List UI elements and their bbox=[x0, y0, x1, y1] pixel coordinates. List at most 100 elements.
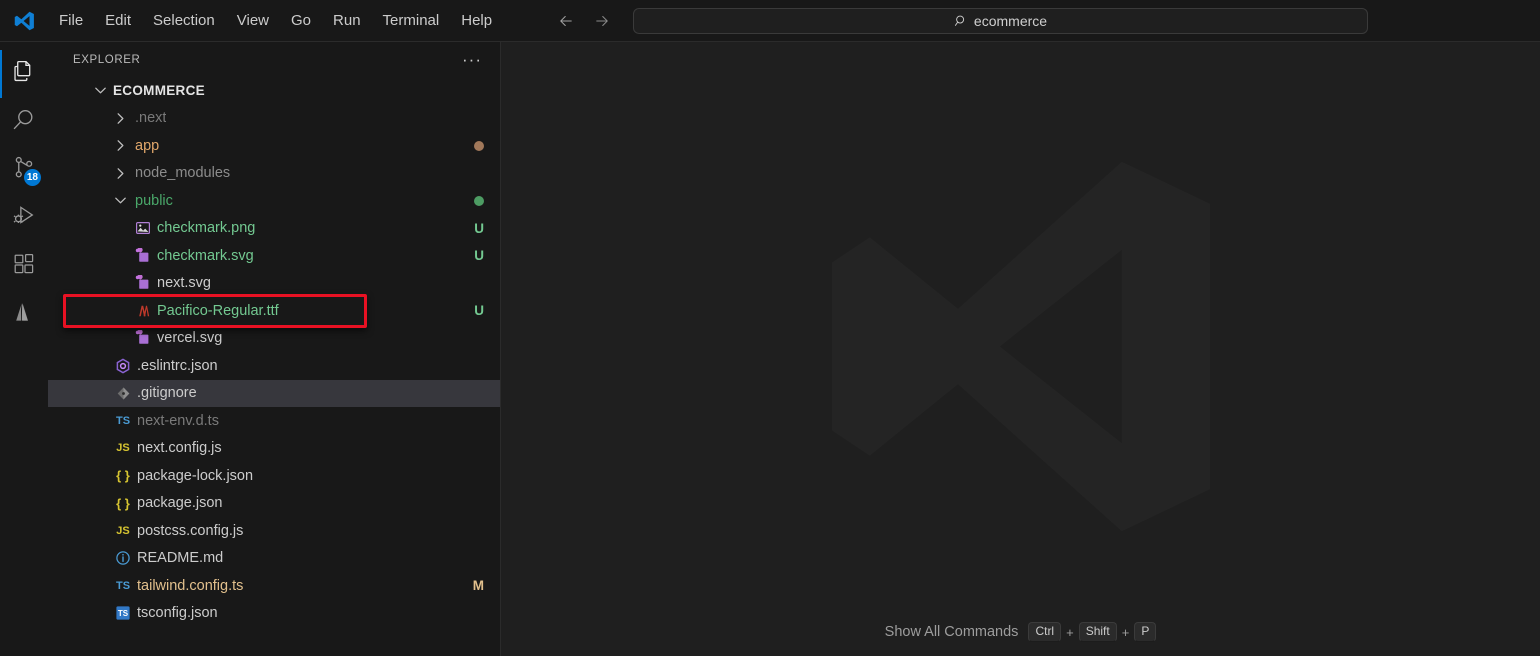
tree-item-label: app bbox=[135, 137, 160, 154]
tree-item-label: Pacifico-Regular.ttf bbox=[157, 302, 279, 319]
chevron-right-icon[interactable] bbox=[112, 166, 129, 181]
tree-file-row[interactable]: next.svg bbox=[48, 270, 500, 298]
chevron-down-icon[interactable] bbox=[112, 193, 129, 208]
shortcut-show-all-commands: Show All Commands Ctrl + Shift + P bbox=[885, 622, 1157, 642]
svg-file-icon bbox=[132, 330, 154, 346]
tree-file-row[interactable]: vercel.svg bbox=[48, 325, 500, 353]
tree-item-label: package.json bbox=[137, 495, 223, 512]
tree-item-label: checkmark.png bbox=[157, 220, 256, 237]
chevron-down-icon bbox=[92, 83, 109, 98]
svg-text:TS: TS bbox=[118, 609, 129, 618]
search-icon bbox=[11, 107, 37, 138]
tree-file-row[interactable]: .eslintrc.json bbox=[48, 352, 500, 380]
menu-edit[interactable]: Edit bbox=[94, 7, 142, 35]
tree-item-label: README.md bbox=[137, 550, 224, 567]
tree-folder-row[interactable]: app bbox=[48, 132, 500, 160]
key-ctrl: Ctrl bbox=[1028, 622, 1062, 642]
files-icon bbox=[12, 59, 37, 89]
git-file-icon bbox=[112, 386, 134, 401]
tree-item-label: .eslintrc.json bbox=[137, 357, 218, 374]
command-center-value: ecommerce bbox=[973, 13, 1048, 29]
tree-item-label: node_modules bbox=[135, 165, 231, 182]
tree-item-label: next-env.d.ts bbox=[137, 412, 219, 429]
menu-selection[interactable]: Selection bbox=[142, 7, 226, 35]
tree-item-label: next.config.js bbox=[137, 440, 222, 457]
tree-file-row[interactable]: README.md bbox=[48, 545, 500, 573]
tsconfig-file-icon: TS bbox=[112, 605, 134, 621]
tree-file-row[interactable]: checkmark.png U bbox=[48, 215, 500, 243]
menu-terminal[interactable]: Terminal bbox=[372, 7, 451, 35]
tree-file-row[interactable]: TS tailwind.config.ts M bbox=[48, 572, 500, 600]
activity-item-extensions[interactable] bbox=[0, 242, 48, 290]
activity-item-search[interactable] bbox=[0, 98, 48, 146]
tree-file-row[interactable]: TS tsconfig.json bbox=[48, 600, 500, 628]
command-center[interactable]: ecommerce bbox=[633, 8, 1368, 34]
tree-root-label: ECOMMERCE bbox=[113, 83, 205, 99]
tree-folder-row[interactable]: node_modules bbox=[48, 160, 500, 188]
file-tree[interactable]: ECOMMERCE .next app node_modules public check… bbox=[48, 77, 500, 656]
menu-view[interactable]: View bbox=[226, 7, 280, 35]
tree-folder-row[interactable]: public bbox=[48, 187, 500, 215]
git-status-badge: M bbox=[472, 578, 484, 594]
chevron-right-icon[interactable] bbox=[112, 111, 129, 126]
image-file-icon bbox=[132, 220, 154, 236]
svg-file-icon bbox=[132, 247, 154, 264]
menu-run[interactable]: Run bbox=[322, 7, 372, 35]
activity-item-run-and-debug[interactable] bbox=[0, 194, 48, 242]
key-separator-2: + bbox=[1121, 624, 1130, 640]
activity-bar: 18 bbox=[0, 42, 48, 656]
markdown-file-icon bbox=[112, 550, 134, 566]
editor-area: Show All Commands Ctrl + Shift + P bbox=[501, 42, 1540, 656]
key-p: P bbox=[1134, 622, 1157, 642]
js-file-icon: JS bbox=[116, 442, 130, 455]
source-control-badge: 18 bbox=[23, 169, 41, 186]
tree-item-label: tsconfig.json bbox=[137, 605, 218, 622]
editor-watermark-shortcuts: Show All Commands Ctrl + Shift + P bbox=[501, 622, 1540, 642]
git-status-badge: U bbox=[474, 303, 484, 319]
tree-file-row[interactable]: JS postcss.config.js bbox=[48, 517, 500, 545]
tree-file-row[interactable]: { } package.json bbox=[48, 490, 500, 518]
activity-item-source-control[interactable]: 18 bbox=[0, 146, 48, 194]
tree-file-row[interactable]: TS next-env.d.ts bbox=[48, 407, 500, 435]
json-file-icon: { } bbox=[116, 468, 130, 484]
menu-help[interactable]: Help bbox=[450, 7, 503, 35]
azure-icon bbox=[12, 300, 36, 329]
explorer-sidebar: EXPLORER ··· ECOMMERCE .next app node_modul… bbox=[48, 42, 501, 656]
folder-change-dot bbox=[474, 140, 484, 151]
ts-file-icon: TS bbox=[115, 579, 131, 592]
vscode-window: File Edit Selection View Go Run Terminal… bbox=[0, 0, 1540, 656]
git-status-badge: U bbox=[474, 220, 484, 236]
tree-item-label: .next bbox=[135, 110, 167, 127]
folder-change-dot bbox=[474, 195, 484, 206]
tree-file-row[interactable]: JS next.config.js bbox=[48, 435, 500, 463]
menu-file[interactable]: File bbox=[48, 7, 94, 35]
menu-go[interactable]: Go bbox=[280, 7, 322, 35]
vscode-watermark-logo-icon bbox=[811, 137, 1231, 562]
chevron-right-icon[interactable] bbox=[112, 138, 129, 153]
tree-file-row[interactable]: checkmark.svg U bbox=[48, 242, 500, 270]
shortcut-keys: Ctrl + Shift + P bbox=[1028, 622, 1157, 642]
menu-bar: File Edit Selection View Go Run Terminal… bbox=[48, 7, 503, 35]
explorer-header: EXPLORER ··· bbox=[48, 42, 500, 77]
tree-folder-row[interactable]: .next bbox=[48, 105, 500, 133]
tree-item-label: next.svg bbox=[157, 275, 211, 292]
svg-file-icon bbox=[132, 275, 154, 291]
arrow-left-icon[interactable] bbox=[555, 10, 577, 32]
activity-item-azure[interactable] bbox=[0, 290, 48, 338]
json-file-icon: { } bbox=[116, 495, 130, 511]
key-separator-1: + bbox=[1066, 624, 1074, 640]
tree-file-row[interactable]: { } package-lock.json bbox=[48, 462, 500, 490]
git-status-badge: U bbox=[474, 248, 484, 264]
tree-file-row[interactable]: .gitignore bbox=[48, 379, 500, 407]
tree-item-label: vercel.svg bbox=[157, 330, 223, 347]
tree-root-ecommerce[interactable]: ECOMMERCE bbox=[48, 77, 500, 105]
tree-file-row[interactable]: Pacifico-Regular.ttf U bbox=[48, 297, 500, 325]
title-bar-center: ecommerce bbox=[555, 0, 1368, 42]
ellipsis-icon[interactable]: ··· bbox=[462, 51, 482, 68]
activity-item-explorer[interactable] bbox=[0, 50, 48, 98]
tree-item-label: postcss.config.js bbox=[137, 522, 244, 539]
shortcut-label: Show All Commands bbox=[884, 624, 1019, 640]
tree-item-label: tailwind.config.ts bbox=[137, 577, 244, 594]
arrow-right-icon[interactable] bbox=[591, 10, 613, 32]
key-shift: Shift bbox=[1078, 622, 1117, 642]
